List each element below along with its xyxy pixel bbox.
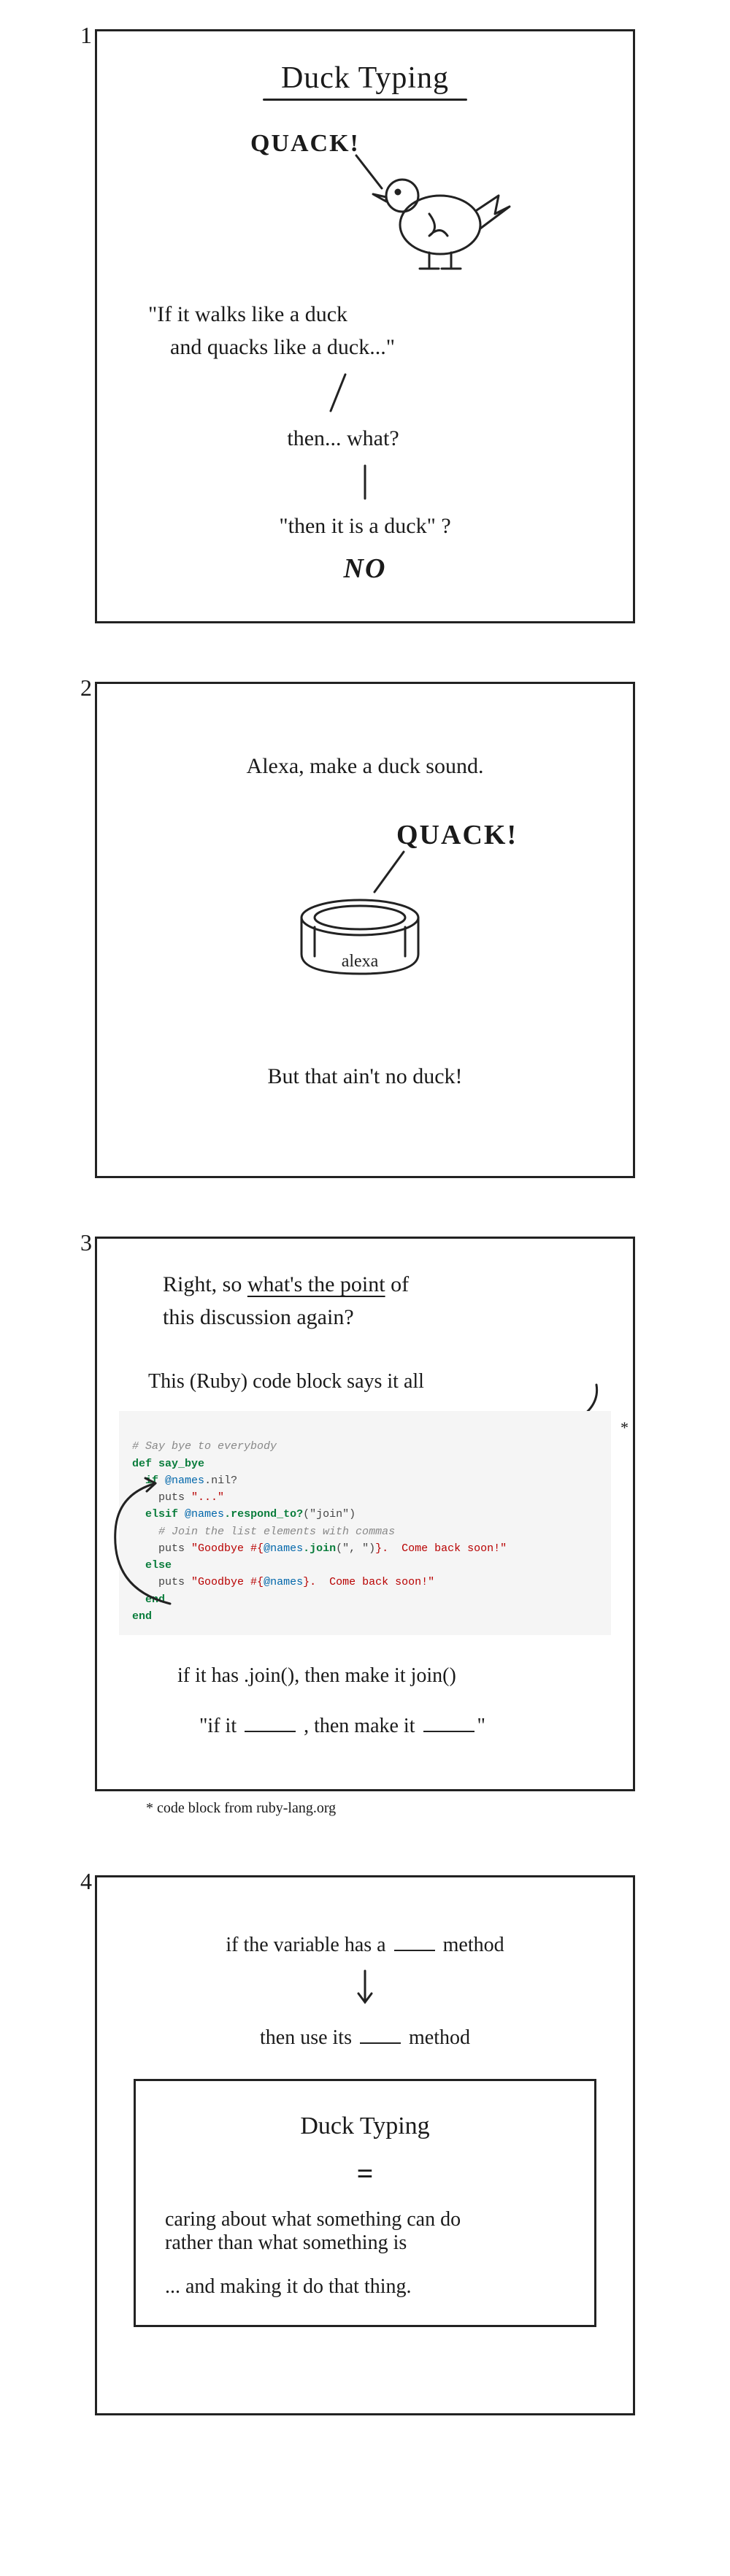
title: Duck Typing bbox=[134, 61, 596, 96]
panel-1-box: Duck Typing QUACK! bbox=[95, 29, 635, 623]
definition-box: Duck Typing = caring about what somethin… bbox=[134, 2079, 596, 2327]
alexa-device-icon: alexa bbox=[287, 892, 433, 994]
quack-text: QUACK! bbox=[250, 130, 360, 158]
summary-2: "if it , then make it " bbox=[199, 1710, 596, 1738]
panel-4: 4 if the variable has a method then use … bbox=[58, 1875, 672, 2415]
no-text: NO bbox=[134, 553, 596, 585]
panel-number: 4 bbox=[80, 1868, 92, 1895]
footnote: * code block from ruby-lang.org bbox=[146, 1800, 672, 1817]
equals-sign: = bbox=[165, 2156, 565, 2191]
asterisk: * bbox=[620, 1415, 629, 1440]
device-label: alexa bbox=[342, 952, 379, 971]
alexa-command: Alexa, make a duck sound. bbox=[134, 750, 596, 783]
saying-line-1: "If it walks like a duck bbox=[148, 298, 596, 331]
panel-number: 3 bbox=[80, 1229, 92, 1256]
caption: But that ain't no duck! bbox=[134, 1060, 596, 1093]
duck-icon bbox=[367, 159, 513, 276]
connector-line-2 bbox=[358, 462, 372, 502]
panel-3: 3 Right, so what's the point of this dis… bbox=[58, 1237, 672, 1817]
line-1: Right, so what's the point of bbox=[163, 1268, 596, 1301]
panel-number: 2 bbox=[80, 674, 92, 701]
code-block: *# Say bye to everybody def say_bye if @… bbox=[119, 1411, 611, 1635]
then-what: then... what? bbox=[90, 422, 596, 455]
code-intro: This (Ruby) code block says it all bbox=[148, 1370, 596, 1393]
panel-2: 2 Alexa, make a duck sound. QUACK! bbox=[58, 682, 672, 1178]
box-line-2: rather than what something is bbox=[165, 2231, 565, 2255]
quack-text: QUACK! bbox=[396, 819, 518, 851]
connector-line-1 bbox=[323, 371, 353, 415]
line-2: then use its method bbox=[134, 2021, 596, 2050]
line-1: if the variable has a method bbox=[134, 1929, 596, 1957]
panel-number: 1 bbox=[80, 22, 92, 49]
then-it-is: "then it is a duck" ? bbox=[134, 510, 596, 542]
title-underline bbox=[263, 99, 467, 101]
arrow-curve-icon bbox=[104, 1472, 185, 1611]
box-line-3: ... and making it do that thing. bbox=[165, 2275, 565, 2299]
line-2: this discussion again? bbox=[163, 1301, 596, 1334]
panel-1: 1 Duck Typing QUACK! bbox=[58, 29, 672, 623]
panel-2-box: Alexa, make a duck sound. QUACK! alexa bbox=[95, 682, 635, 1178]
box-line-1: caring about what something can do bbox=[165, 2208, 565, 2231]
summary-1: if it has .join(), then make it join() bbox=[177, 1664, 596, 1688]
box-title: Duck Typing bbox=[165, 2107, 565, 2145]
panel-3-box: Right, so what's the point of this discu… bbox=[95, 1237, 635, 1791]
panel-4-box: if the variable has a method then use it… bbox=[95, 1875, 635, 2415]
arrow-down-icon bbox=[134, 1967, 596, 2011]
saying-line-2: and quacks like a duck..." bbox=[170, 331, 596, 364]
